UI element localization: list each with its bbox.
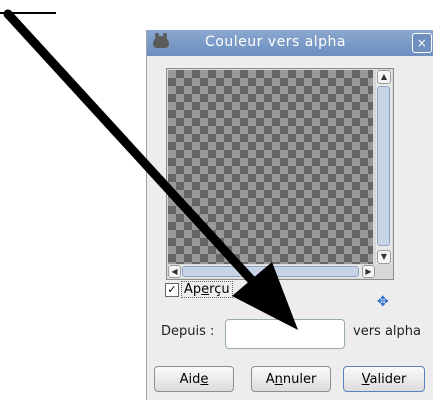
preview-checkbox-label[interactable]: Aperçu <box>181 281 233 298</box>
gimp-icon <box>153 33 169 48</box>
depuis-label: Depuis : <box>161 324 215 339</box>
ok-button[interactable]: Valider <box>343 366 425 392</box>
color-to-alpha-dialog: Couleur vers alpha × ▲ ▼ ◀ ▶ ✥ ✓ Aperçu … <box>146 30 433 400</box>
color-picker-button[interactable] <box>225 319 345 349</box>
dialog-titlebar[interactable]: Couleur vers alpha × <box>147 30 433 56</box>
vertical-scrollbar[interactable]: ▲ ▼ <box>376 70 392 264</box>
preview-area: ▲ ▼ ◀ ▶ <box>166 68 394 280</box>
dialog-title: Couleur vers alpha <box>205 34 347 50</box>
scroll-up-icon[interactable]: ▲ <box>377 70 391 84</box>
horizontal-scrollbar[interactable]: ◀ ▶ <box>168 265 375 278</box>
transparency-preview <box>168 70 373 264</box>
vers-alpha-label: vers alpha <box>353 324 421 339</box>
document-underline <box>0 12 56 14</box>
scroll-down-icon[interactable]: ▼ <box>377 250 391 264</box>
cancel-button[interactable]: Annuler <box>251 366 331 392</box>
horizontal-scroll-thumb[interactable] <box>182 266 359 277</box>
navigate-icon[interactable]: ✥ <box>377 294 389 310</box>
help-button[interactable]: Aide <box>154 366 234 392</box>
close-button[interactable]: × <box>412 33 432 53</box>
vertical-scroll-thumb[interactable] <box>377 86 390 246</box>
preview-checkbox[interactable]: ✓ <box>165 283 179 297</box>
scroll-right-icon[interactable]: ▶ <box>362 265 375 278</box>
scroll-left-icon[interactable]: ◀ <box>168 265 181 278</box>
